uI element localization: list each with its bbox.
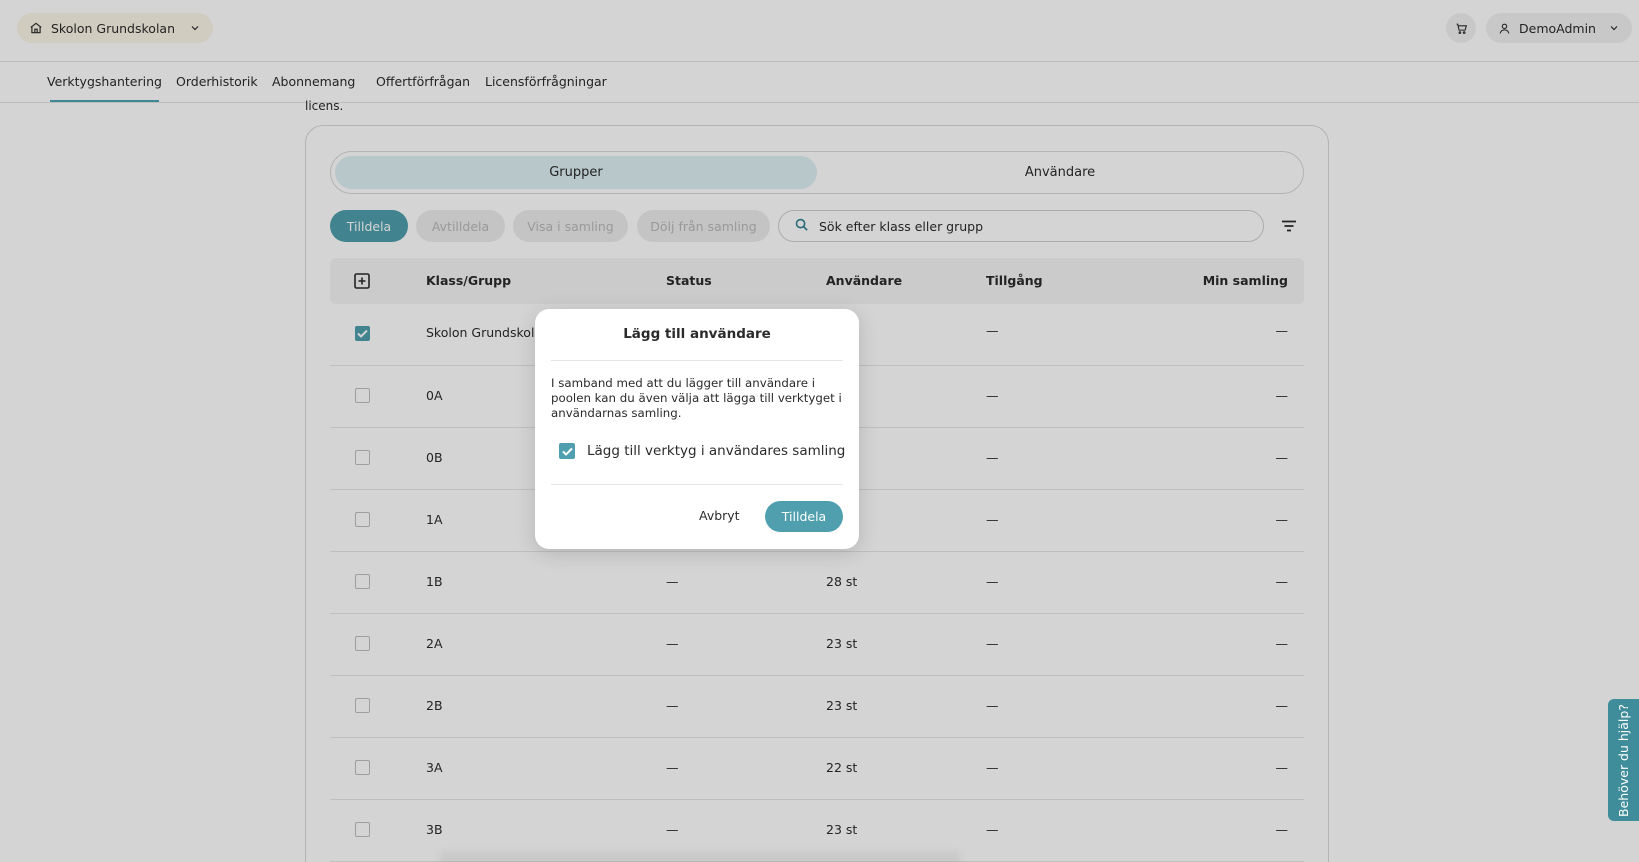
- add-to-collection-checkbox[interactable]: [559, 443, 575, 459]
- help-tab-label: Behöver du hjälp?: [1616, 703, 1631, 817]
- add-to-collection-option[interactable]: Lägg till verktyg i användares samling: [559, 443, 845, 459]
- dialog-description: I samband med att du lägger till använda…: [551, 376, 842, 420]
- add-users-dialog: Lägg till användare I samband med att du…: [535, 309, 859, 549]
- add-to-collection-label: Lägg till verktyg i användares samling: [587, 443, 846, 459]
- cancel-button[interactable]: Avbryt: [699, 508, 740, 523]
- dialog-title: Lägg till användare: [623, 326, 771, 342]
- help-tab[interactable]: Behöver du hjälp?: [1608, 699, 1639, 821]
- divider: [551, 484, 843, 485]
- confirm-assign-button[interactable]: Tilldela: [765, 501, 843, 532]
- divider: [551, 360, 843, 361]
